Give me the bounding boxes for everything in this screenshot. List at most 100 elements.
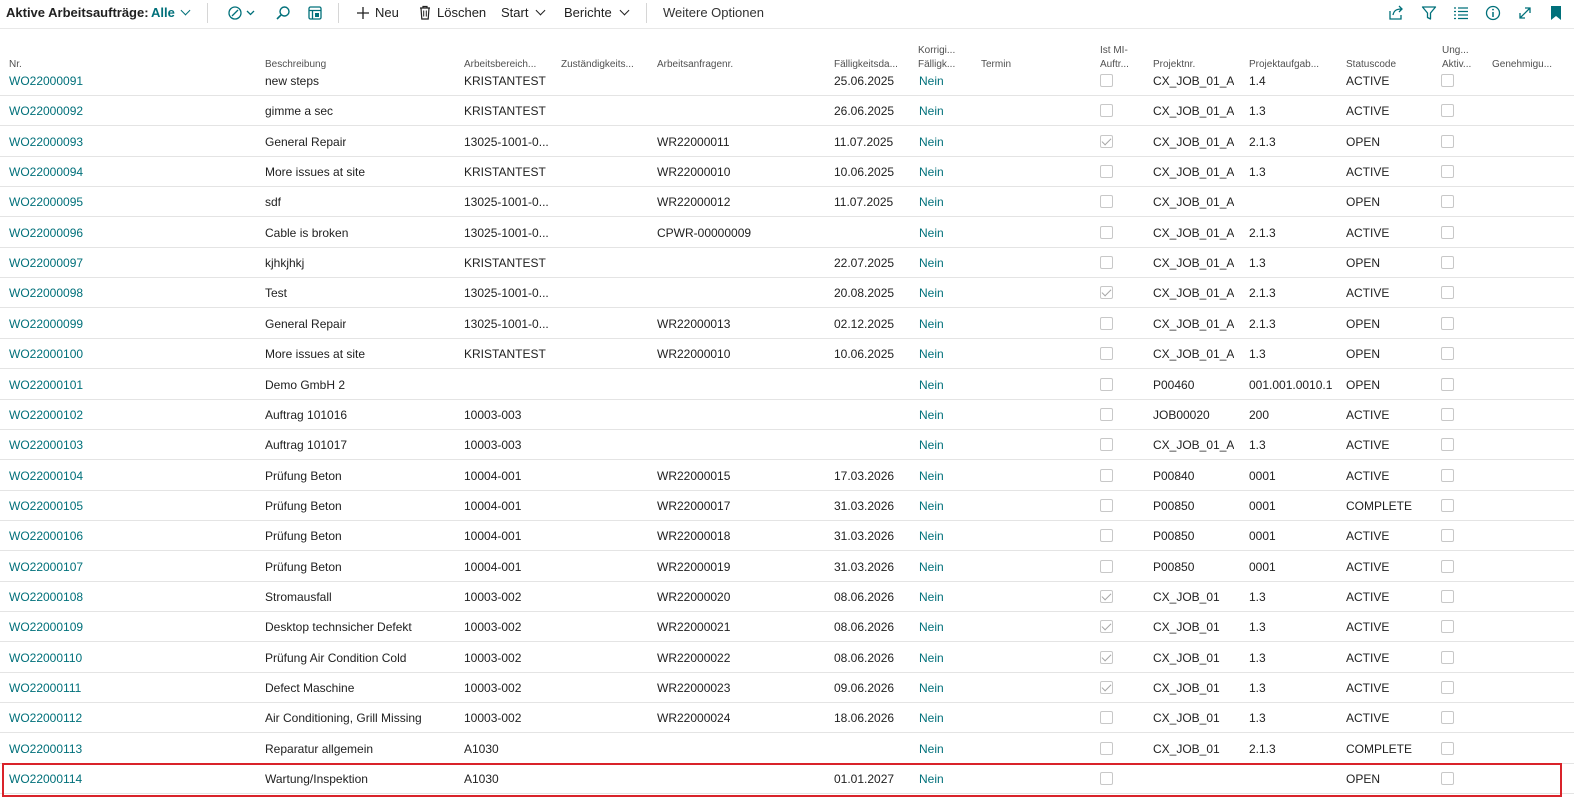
unused-active-checkbox[interactable] <box>1441 286 1454 300</box>
unused-active-checkbox[interactable] <box>1441 650 1454 664</box>
table-row[interactable]: WO22000110 Prüfung Air Condition Cold 1000… <box>0 643 1574 673</box>
unused-active-checkbox[interactable] <box>1441 104 1454 118</box>
table-row[interactable]: WO22000109 Desktop technsicher Defekt 1000… <box>0 612 1574 643</box>
ist-mi-auftrag-checkbox[interactable] <box>1100 620 1113 634</box>
table-row[interactable]: WO22000105 Prüfung Beton 10004-001 WR220000… <box>0 491 1574 521</box>
info-button[interactable] <box>1483 3 1503 23</box>
table-row[interactable]: WO22000100 More issues at site KRISTANTEST… <box>0 339 1574 370</box>
corrected-due-cell[interactable]: Nein <box>919 643 944 673</box>
unused-active-checkbox[interactable] <box>1441 681 1454 694</box>
corrected-due-cell[interactable]: Nein <box>919 582 944 612</box>
ist-mi-auftrag-checkbox[interactable] <box>1100 407 1113 421</box>
work-order-number-link[interactable]: WO22000101 <box>9 370 83 400</box>
corrected-due-cell[interactable]: Nein <box>919 339 944 369</box>
work-order-number-link[interactable]: WO22000095 <box>9 187 83 217</box>
table-row[interactable]: WO22000112 Air Conditioning, Grill Missin… <box>0 703 1574 734</box>
ist-mi-auftrag-checkbox[interactable] <box>1100 195 1113 209</box>
ist-mi-auftrag-checkbox[interactable] <box>1100 316 1113 330</box>
ist-mi-auftrag-checkbox[interactable] <box>1100 256 1113 270</box>
unused-active-checkbox[interactable] <box>1441 74 1454 87</box>
unused-active-checkbox[interactable] <box>1441 620 1454 634</box>
corrected-due-cell[interactable]: Nein <box>919 612 944 642</box>
unused-active-checkbox[interactable] <box>1441 347 1454 361</box>
table-row[interactable]: WO22000103 Auftrag 101017 10003-003 Nein CX_… <box>0 430 1574 461</box>
work-order-number-link[interactable]: WO22000098 <box>9 278 83 308</box>
ist-mi-auftrag-checkbox[interactable] <box>1100 559 1113 573</box>
unused-active-checkbox[interactable] <box>1441 438 1454 452</box>
unused-active-checkbox[interactable] <box>1441 772 1454 786</box>
unused-active-checkbox[interactable] <box>1441 529 1454 543</box>
corrected-due-cell[interactable]: Nein <box>919 491 944 521</box>
unused-active-checkbox[interactable] <box>1441 407 1454 421</box>
ist-mi-auftrag-checkbox[interactable] <box>1100 681 1113 694</box>
edit-list-button[interactable] <box>305 3 325 23</box>
table-row[interactable]: WO22000095 sdf 13025-1001-0... WR22000012 11… <box>0 187 1574 218</box>
table-row[interactable]: WO22000097 kjhkjhkj KRISTANTEST 22.07.2025 N… <box>0 248 1574 279</box>
unused-active-checkbox[interactable] <box>1441 377 1454 391</box>
unused-active-checkbox[interactable] <box>1441 589 1454 603</box>
corrected-due-cell[interactable]: Nein <box>919 734 944 764</box>
work-order-number-link[interactable]: WO22000114 <box>9 764 82 794</box>
ist-mi-auftrag-checkbox[interactable] <box>1100 529 1113 543</box>
unused-active-checkbox[interactable] <box>1441 741 1454 755</box>
corrected-due-cell[interactable]: Nein <box>919 764 944 794</box>
unused-active-checkbox[interactable] <box>1441 468 1454 482</box>
table-row[interactable]: WO22000093 General Repair 13025-1001-0... W… <box>0 127 1574 157</box>
table-row[interactable]: WO22000092 gimme a sec KRISTANTEST 26.06.20… <box>0 96 1574 127</box>
work-order-number-link[interactable]: WO22000107 <box>9 552 83 582</box>
corrected-due-cell[interactable]: Nein <box>919 430 944 460</box>
corrected-due-cell[interactable]: Nein <box>919 552 944 582</box>
unused-active-checkbox[interactable] <box>1441 711 1454 725</box>
corrected-due-cell[interactable]: Nein <box>919 400 944 430</box>
reports-menu[interactable]: Berichte <box>564 5 630 20</box>
ist-mi-auftrag-checkbox[interactable] <box>1100 74 1113 87</box>
work-order-number-link[interactable]: WO22000093 <box>9 127 83 157</box>
work-order-number-link[interactable]: WO22000097 <box>9 248 83 278</box>
table-row[interactable]: WO22000106 Prüfung Beton 10004-001 WR220000… <box>0 521 1574 552</box>
unused-active-checkbox[interactable] <box>1441 225 1454 239</box>
table-row[interactable]: WO22000114 Wartung/Inspektion A1030 01.01.2… <box>0 764 1574 795</box>
table-row[interactable]: WO22000102 Auftrag 101016 10003-003 Nein JOB… <box>0 400 1574 430</box>
unused-active-checkbox[interactable] <box>1441 165 1454 179</box>
search-button[interactable] <box>273 3 293 23</box>
ist-mi-auftrag-checkbox[interactable] <box>1100 589 1113 603</box>
work-order-number-link[interactable]: WO22000092 <box>9 96 83 126</box>
unused-active-checkbox[interactable] <box>1441 134 1454 148</box>
table-row[interactable]: WO22000098 Test 13025-1001-0... 20.08.2025 N… <box>0 278 1574 309</box>
table-row[interactable]: WO22000099 General Repair 13025-1001-0... W… <box>0 309 1574 339</box>
corrected-due-cell[interactable]: Nein <box>919 157 944 187</box>
table-row[interactable]: WO22000094 More issues at site KRISTANTEST… <box>0 157 1574 188</box>
corrected-due-cell[interactable]: Nein <box>919 461 944 491</box>
unused-active-checkbox[interactable] <box>1441 256 1454 270</box>
view-filter-dropdown[interactable]: Alle <box>151 5 191 20</box>
work-order-number-link[interactable]: WO22000113 <box>9 734 82 764</box>
ist-mi-auftrag-checkbox[interactable] <box>1100 165 1113 179</box>
share-button[interactable] <box>1386 3 1406 23</box>
work-order-number-link[interactable]: WO22000099 <box>9 309 83 339</box>
expand-button[interactable] <box>1515 3 1535 23</box>
ist-mi-auftrag-checkbox[interactable] <box>1100 104 1113 118</box>
corrected-due-cell[interactable]: Nein <box>919 278 944 308</box>
analyze-button[interactable] <box>226 3 258 23</box>
table-row[interactable]: WO22000107 Prüfung Beton 10004-001 WR220000… <box>0 552 1574 582</box>
corrected-due-cell[interactable]: Nein <box>919 703 944 733</box>
corrected-due-cell[interactable]: Nein <box>919 248 944 278</box>
ist-mi-auftrag-checkbox[interactable] <box>1100 498 1113 512</box>
unused-active-checkbox[interactable] <box>1441 316 1454 330</box>
work-order-number-link[interactable]: WO22000106 <box>9 521 83 551</box>
filter-button[interactable] <box>1419 3 1439 23</box>
unused-active-checkbox[interactable] <box>1441 195 1454 209</box>
table-row[interactable]: WO22000101 Demo GmbH 2 Nein P00460 001.001.0… <box>0 370 1574 400</box>
new-button[interactable]: Neu <box>356 5 399 20</box>
ist-mi-auftrag-checkbox[interactable] <box>1100 438 1113 452</box>
ist-mi-auftrag-checkbox[interactable] <box>1100 468 1113 482</box>
corrected-due-cell[interactable]: Nein <box>919 370 944 400</box>
column-header-korrigiert-line1[interactable]: Korrigi... <box>918 44 955 58</box>
work-order-number-link[interactable]: WO22000110 <box>9 643 82 673</box>
corrected-due-cell[interactable]: Nein <box>919 96 944 126</box>
work-order-number-link[interactable]: WO22000109 <box>9 612 83 642</box>
work-order-number-link[interactable]: WO22000096 <box>9 218 83 248</box>
ist-mi-auftrag-checkbox[interactable] <box>1100 134 1113 148</box>
corrected-due-cell[interactable]: Nein <box>919 66 944 96</box>
work-order-number-link[interactable]: WO22000104 <box>9 461 83 491</box>
